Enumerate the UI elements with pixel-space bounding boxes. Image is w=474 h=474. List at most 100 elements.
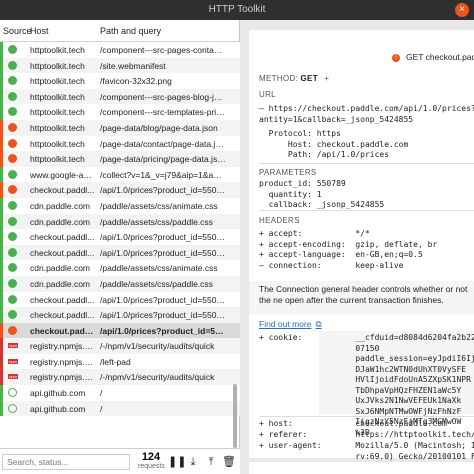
row-host: checkout.paddl... <box>30 232 95 243</box>
chrome-icon <box>8 107 17 117</box>
upload-icon[interactable]: ⤒ <box>204 455 218 469</box>
table-row[interactable]: cdn.paddle.com/paddle/assets/css/animate… <box>0 197 240 214</box>
column-host[interactable]: Host <box>30 26 49 36</box>
user-agent-header[interactable]: + user-agent: Mozilla/5.0 (Macintosh; In… <box>259 441 474 462</box>
row-path: /-/npm/v1/security/audits/quick <box>100 372 215 383</box>
column-source[interactable]: Source <box>3 26 32 36</box>
url-text[interactable]: – https://checkout.paddle.com/api/1.0/pr… <box>259 104 474 125</box>
source-color-bar <box>0 135 3 152</box>
search-input[interactable] <box>2 454 130 470</box>
row-path: /collect?v=1&_v=j79&aip=1&a=25... <box>100 169 226 180</box>
table-row[interactable]: httptoolkit.tech/component---src-pages-c… <box>0 42 240 58</box>
table-row[interactable]: cdn.paddle.com/paddle/assets/css/paddle.… <box>0 213 240 230</box>
table-row[interactable]: httptoolkit.tech/page-data/contact/page-… <box>0 135 240 152</box>
source-color-bar <box>0 260 3 276</box>
row-host: registry.npmjs.org <box>30 341 96 352</box>
row-host: checkout.paddl... <box>30 325 96 336</box>
response-card <box>249 462 474 474</box>
headers-text[interactable]: + accept: */* + accept-encoding: gzip, d… <box>259 229 437 271</box>
find-out-more-link[interactable]: Find out more ⧉ <box>259 319 322 330</box>
source-color-bar <box>0 73 3 89</box>
row-host: httptoolkit.tech <box>30 138 85 149</box>
source-color-bar <box>0 385 3 401</box>
table-row[interactable]: checkout.paddl... /api/1.0/prices?product… <box>0 229 240 245</box>
source-color-bar <box>0 369 3 386</box>
row-path: /paddle/assets/css/paddle.css <box>100 216 213 227</box>
row-host: httptoolkit.tech <box>30 76 85 87</box>
url-label: URL <box>259 90 276 99</box>
row-path: /component---src-pages-blog-jsx-9... <box>100 91 226 102</box>
source-color-bar <box>0 42 3 58</box>
firefox-icon <box>8 154 17 164</box>
method-value: GET <box>300 74 318 83</box>
window-titlebar: HTTP Toolkit × <box>0 0 474 20</box>
source-color-bar <box>0 291 3 308</box>
source-color-bar <box>0 307 3 323</box>
method-row[interactable]: METHOD: GET + <box>259 74 329 83</box>
headers-label: HEADERS <box>259 216 300 225</box>
request-count-number: 124 <box>141 451 161 463</box>
source-color-bar <box>0 119 3 136</box>
pause-icon[interactable]: ❚❚ <box>168 455 186 469</box>
table-row[interactable]: api.github.com / <box>0 400 240 417</box>
source-color-bar <box>0 244 3 261</box>
chrome-icon <box>8 247 17 257</box>
column-path[interactable]: Path and query <box>100 26 161 36</box>
table-row[interactable]: httptoolkit.tech/page-data/pricing/page-… <box>0 151 240 167</box>
row-host: httptoolkit.tech <box>30 91 85 102</box>
trash-icon[interactable]: 🗑 <box>222 455 236 469</box>
table-row[interactable]: httptoolkit.tech/component---src-templat… <box>0 104 240 120</box>
firefox-icon <box>8 185 17 195</box>
external-link-icon: ⧉ <box>315 319 322 329</box>
table-row[interactable]: httptoolkit.tech/component---src-pages-b… <box>0 88 240 105</box>
referer-header[interactable]: + referer: https://httptoolkit.tech/m <box>259 430 474 441</box>
download-icon[interactable]: ⤓ <box>186 455 200 469</box>
list-footer: 124 requests ❚❚ ⤓ ⤒ 🗑 <box>0 448 240 474</box>
source-color-bar <box>0 353 3 370</box>
method-label: METHOD: <box>259 74 298 83</box>
request-count-label: requests <box>138 463 165 470</box>
table-row[interactable]: www.google-ana... /collect?v=1&_v=j79&aip… <box>0 166 240 183</box>
row-path: /-/npm/v1/security/audits/quick <box>100 341 215 352</box>
row-host: checkout.paddl... <box>30 185 95 196</box>
chrome-icon <box>8 278 17 288</box>
source-color-bar <box>0 213 3 230</box>
chrome-icon <box>8 216 17 226</box>
source-color-bar <box>0 182 3 198</box>
chrome-icon <box>8 232 17 242</box>
row-host: registry.npmjs.org <box>30 356 96 367</box>
table-row[interactable]: httptoolkit.tech/site.webmanifest <box>0 57 240 74</box>
row-path: /component---src-pages-contact-js... <box>100 45 226 55</box>
table-row[interactable]: httptoolkit.tech/page-data/blog/page-dat… <box>0 119 240 136</box>
row-host: api.github.com <box>30 403 86 414</box>
table-row[interactable]: npm registry.npmjs.org /-/npm/v1/security/… <box>0 338 240 354</box>
close-icon[interactable]: × <box>455 3 469 17</box>
table-row[interactable]: httptoolkit.tech/favicon-32x32.png <box>0 73 240 89</box>
host-header[interactable]: + host: checkout.paddle.com <box>259 419 447 430</box>
table-row[interactable]: npm registry.npmjs.org /-/npm/v1/security/… <box>0 369 240 386</box>
table-row[interactable]: checkout.paddl... /api/1.0/prices?product… <box>0 322 240 339</box>
row-path: /site.webmanifest <box>100 60 166 71</box>
table-row[interactable]: checkout.paddl... /api/1.0/prices?product… <box>0 307 240 323</box>
source-color-bar <box>0 197 3 214</box>
github-icon <box>8 388 17 398</box>
table-row[interactable]: npm registry.npmjs.org/left-pad <box>0 353 240 370</box>
chrome-icon <box>8 263 17 273</box>
divider <box>259 210 474 211</box>
header-explanation: The Connection general header controls w… <box>249 281 474 315</box>
table-row[interactable]: cdn.paddle.com/paddle/assets/css/animate… <box>0 260 240 276</box>
chrome-icon <box>8 45 17 54</box>
url-parts: Protocol: https Host: checkout.paddle.co… <box>268 129 409 159</box>
row-host: httptoolkit.tech <box>30 154 85 165</box>
row-path: /api/1.0/prices?product_id=55078... <box>100 247 226 258</box>
table-row[interactable]: checkout.paddl... /api/1.0/prices?product… <box>0 182 240 198</box>
table-row[interactable]: checkout.paddl... /api/1.0/prices?product… <box>0 291 240 308</box>
table-row[interactable]: api.github.com / <box>0 385 240 401</box>
list-scrollbar[interactable] <box>233 384 237 448</box>
row-path: /page-data/pricing/page-data.json <box>100 154 226 165</box>
expand-icon[interactable]: + <box>324 74 329 83</box>
table-row[interactable]: cdn.paddle.com/paddle/assets/css/paddle.… <box>0 275 240 292</box>
row-path: /component---src-templates-prici... <box>100 107 226 118</box>
table-row[interactable]: checkout.paddl... /api/1.0/prices?product… <box>0 244 240 261</box>
request-card: ! GET checkout.paddle METHOD: GET + URL –… <box>249 30 474 461</box>
